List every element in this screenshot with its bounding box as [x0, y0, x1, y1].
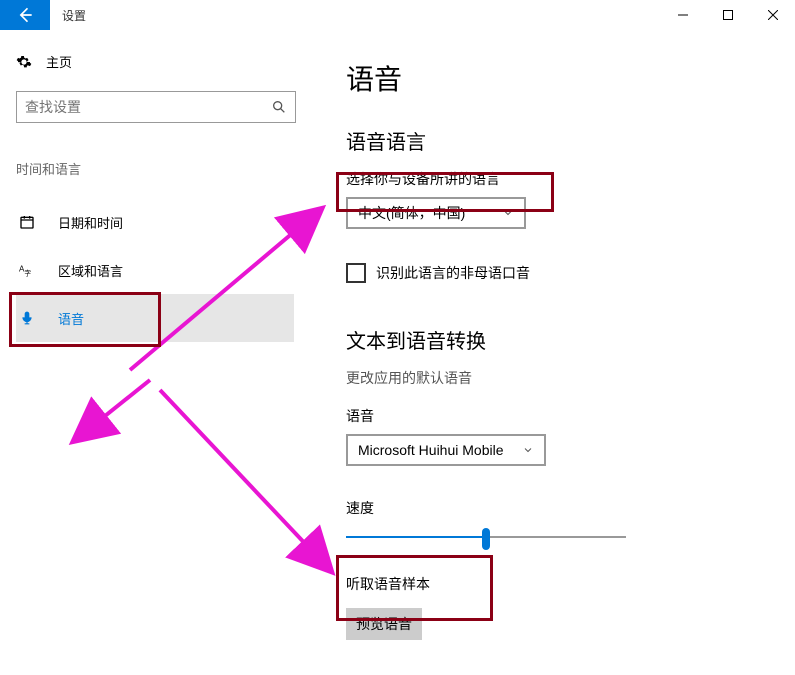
nonnative-checkbox-row[interactable]: 识别此语言的非母语口音 — [346, 263, 767, 283]
maximize-icon — [723, 10, 733, 20]
annotation-highlight — [336, 555, 493, 621]
checkbox[interactable] — [346, 263, 366, 283]
nav-item-label: 区域和语言 — [58, 261, 123, 280]
home-label: 主页 — [46, 52, 72, 71]
nav-item-region[interactable]: A字 区域和语言 — [16, 246, 294, 294]
nav-item-label: 日期和时间 — [58, 213, 123, 232]
window-controls — [660, 0, 795, 30]
sidebar: 主页 时间和语言 日期和时间 A字 区域和语言 语音 — [0, 30, 310, 675]
slider-thumb[interactable] — [482, 528, 490, 550]
speed-label: 速度 — [346, 498, 767, 518]
search-icon — [271, 99, 287, 115]
nav-item-datetime[interactable]: 日期和时间 — [16, 198, 294, 246]
close-button[interactable] — [750, 0, 795, 30]
voice-label: 语音 — [346, 406, 767, 426]
annotation-highlight — [9, 292, 161, 347]
voice-dropdown[interactable]: Microsoft Huihui Mobile — [346, 434, 546, 466]
tts-subtitle: 更改应用的默认语音 — [346, 368, 767, 388]
checkbox-label: 识别此语言的非母语口音 — [376, 263, 530, 283]
minimize-button[interactable] — [660, 0, 705, 30]
window-title: 设置 — [62, 7, 86, 24]
chevron-down-icon — [522, 444, 534, 456]
title-bar: 设置 — [0, 0, 795, 30]
category-label: 时间和语言 — [16, 159, 294, 178]
section-tts-heading: 文本到语音转换 — [346, 325, 767, 354]
back-button[interactable] — [0, 0, 50, 30]
home-link[interactable]: 主页 — [16, 52, 294, 71]
annotation-highlight — [336, 172, 554, 212]
arrow-left-icon — [15, 5, 35, 25]
calendar-icon — [18, 214, 36, 230]
voice-dropdown-value: Microsoft Huihui Mobile — [358, 442, 504, 458]
slider-track-fill — [346, 536, 486, 538]
speed-slider[interactable] — [346, 528, 626, 548]
gear-icon — [16, 54, 32, 70]
search-box[interactable] — [16, 91, 296, 123]
language-icon: A字 — [18, 262, 36, 278]
search-input[interactable] — [25, 99, 271, 115]
section-lang-heading: 语音语言 — [346, 126, 767, 155]
close-icon — [768, 10, 778, 20]
minimize-icon — [678, 10, 688, 20]
maximize-button[interactable] — [705, 0, 750, 30]
page-heading: 语音 — [346, 58, 767, 98]
svg-text:字: 字 — [24, 268, 31, 277]
